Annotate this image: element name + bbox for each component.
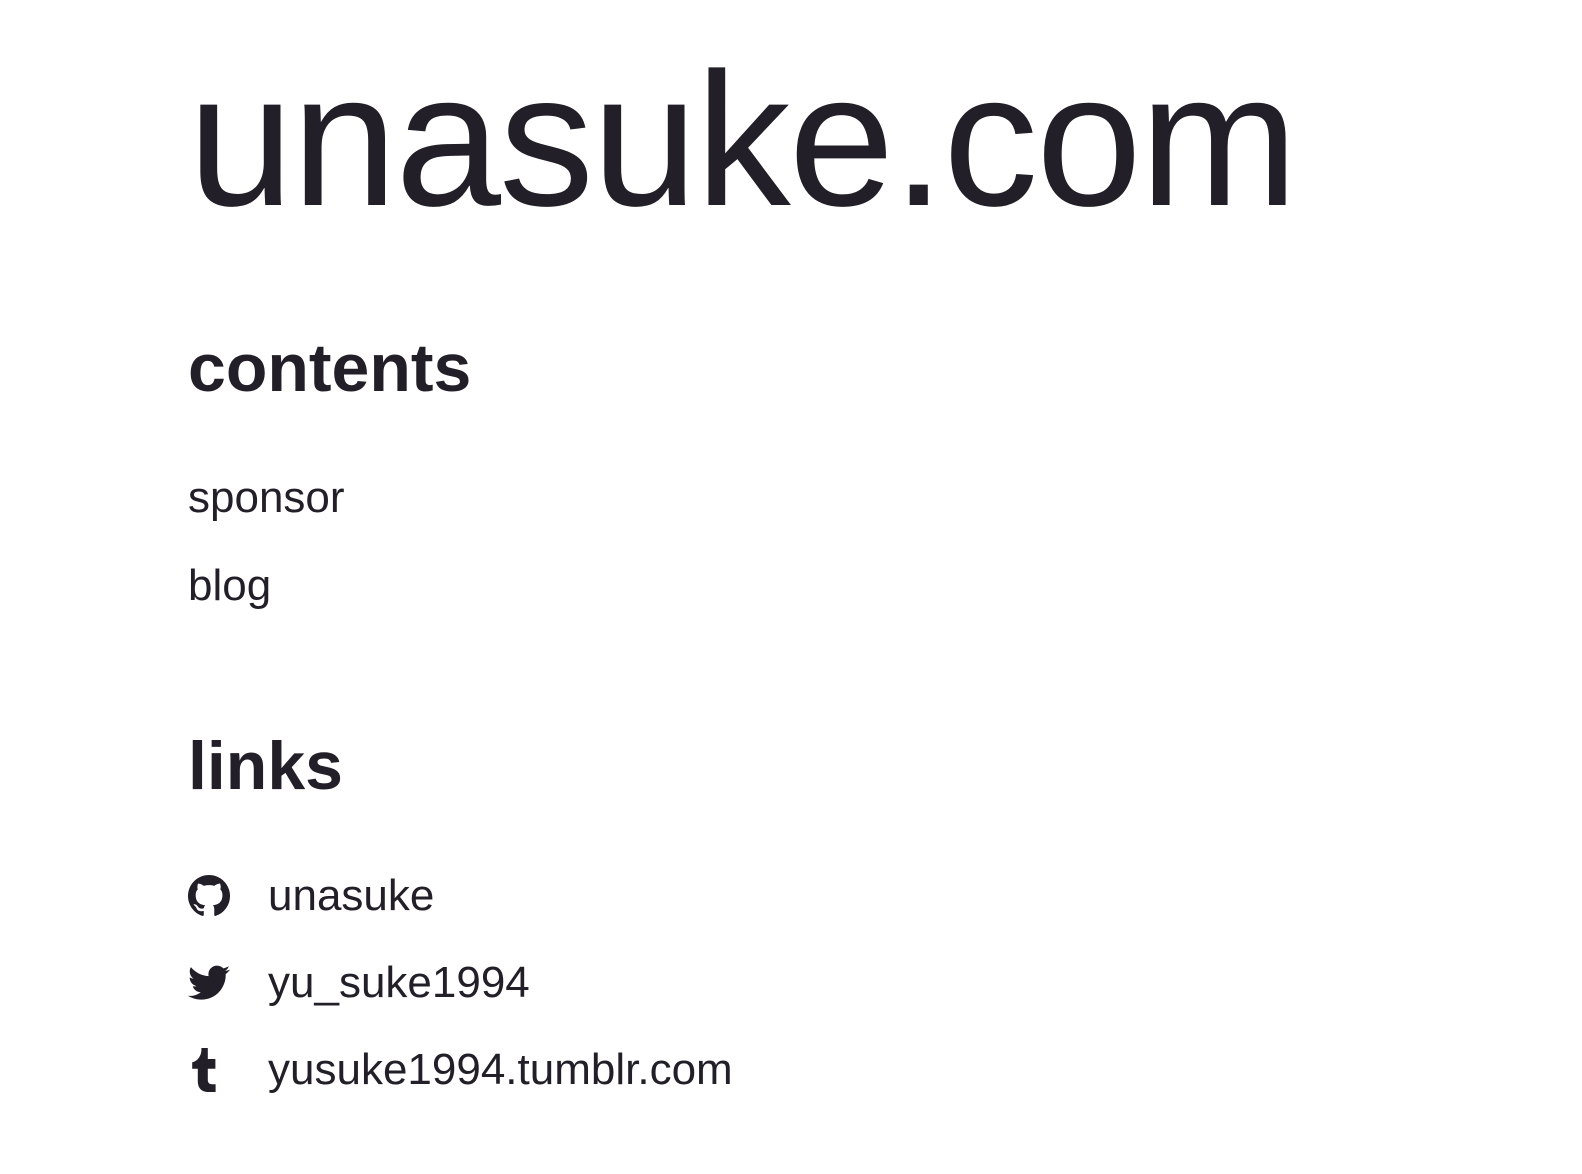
github-icon	[188, 874, 232, 918]
links-heading: links	[188, 728, 343, 804]
twitter-link[interactable]: yu_suke1994	[188, 957, 530, 1009]
github-link[interactable]: unasuke	[188, 870, 434, 922]
blog-link[interactable]: blog	[188, 560, 271, 612]
github-username: unasuke	[268, 871, 435, 920]
twitter-username: yu_suke1994	[268, 958, 530, 1007]
twitter-icon	[188, 961, 232, 1005]
tumblr-icon	[188, 1048, 232, 1092]
sponsor-link[interactable]: sponsor	[188, 472, 345, 524]
contents-heading: contents	[188, 330, 472, 406]
site-title: unasuke.com	[188, 34, 1298, 246]
tumblr-link[interactable]: yusuke1994.tumblr.com	[188, 1044, 733, 1096]
tumblr-url: yusuke1994.tumblr.com	[268, 1045, 733, 1094]
